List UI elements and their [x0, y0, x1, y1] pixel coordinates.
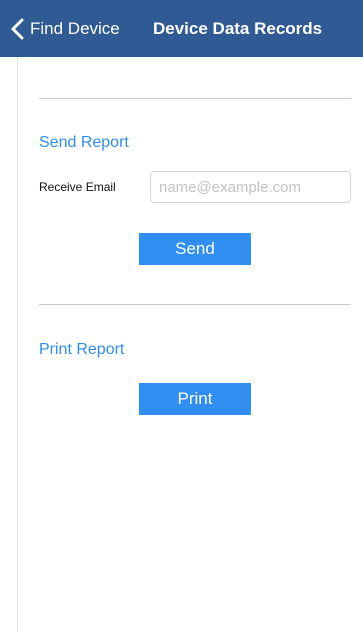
print-report-heading: Print Report	[39, 341, 125, 358]
navigation-bar: Find Device Device Data Records	[0, 0, 363, 57]
back-button[interactable]: Find Device	[10, 14, 120, 44]
top-divider	[39, 98, 351, 99]
chevron-left-icon	[10, 18, 25, 40]
left-border-line	[17, 57, 18, 631]
app-screen: Find Device Device Data Records Send Rep…	[0, 0, 363, 631]
send-report-heading: Send Report	[39, 134, 129, 151]
back-button-label: Find Device	[30, 19, 120, 38]
page-title: Device Data Records	[153, 19, 323, 38]
receive-email-label: Receive Email	[39, 180, 116, 194]
print-button[interactable]: Print	[139, 383, 251, 415]
send-button[interactable]: Send	[139, 233, 251, 265]
receive-email-input[interactable]	[150, 171, 351, 203]
middle-divider	[39, 304, 351, 305]
